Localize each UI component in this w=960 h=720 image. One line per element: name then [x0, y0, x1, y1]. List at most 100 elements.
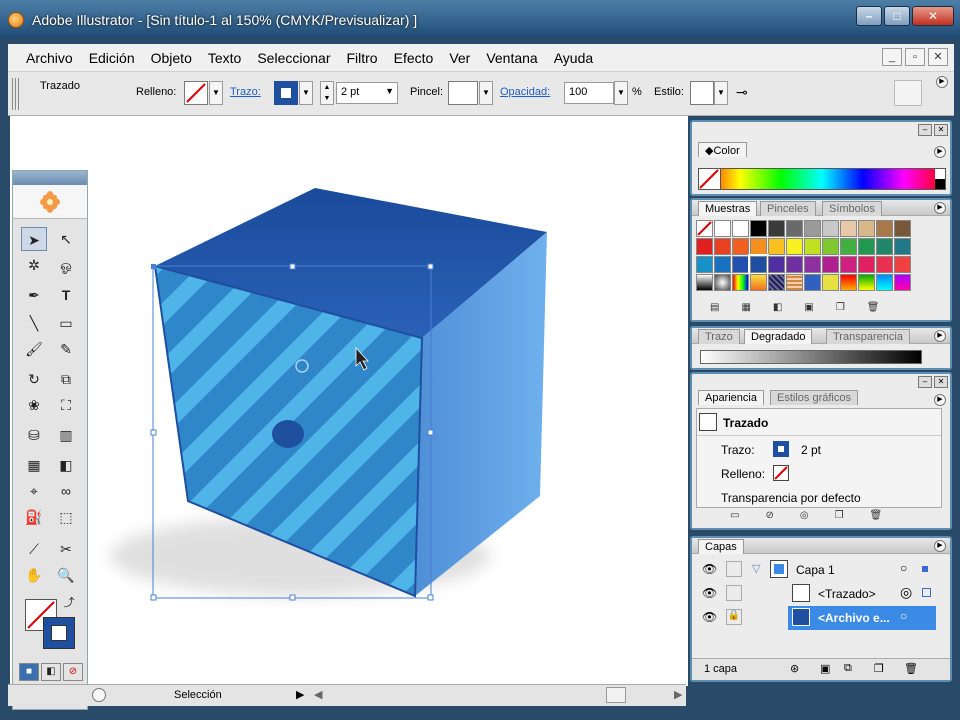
- swatch-pattern[interactable]: [786, 274, 803, 291]
- menu-objeto[interactable]: Objeto: [143, 50, 200, 66]
- scroll-left-icon[interactable]: ◀: [314, 688, 322, 701]
- swatch[interactable]: [768, 238, 785, 255]
- swatch[interactable]: [786, 256, 803, 273]
- stroke-weight-input[interactable]: 2 pt ▼: [336, 82, 398, 104]
- stroke-swatch[interactable]: [274, 81, 298, 105]
- rotate-tool-icon[interactable]: ↻: [21, 367, 47, 391]
- selection-handle[interactable]: [427, 594, 434, 601]
- tab-degradado[interactable]: Degradado: [744, 329, 813, 344]
- live-paint-selection-tool-icon[interactable]: ⬚: [53, 505, 79, 529]
- menu-ver[interactable]: Ver: [441, 50, 478, 66]
- tools-panel-header[interactable]: [13, 171, 87, 185]
- gradient-panel-menu-icon[interactable]: ▶: [934, 330, 946, 342]
- control-panel-extra-icon[interactable]: [894, 80, 922, 106]
- show-swatch-kinds-icon[interactable]: ▦: [741, 302, 750, 318]
- graph-tool-icon[interactable]: ▥: [53, 423, 79, 447]
- swatch[interactable]: [840, 238, 857, 255]
- direct-selection-tool-icon[interactable]: ↖: [53, 227, 79, 251]
- swatch-gradient[interactable]: [732, 274, 749, 291]
- tab-simbolos[interactable]: Símbolos: [822, 201, 882, 216]
- lock-toggle[interactable]: [726, 561, 742, 577]
- appearance-stroke-swatch[interactable]: [773, 441, 789, 457]
- new-color-group-icon[interactable]: ▣: [804, 302, 813, 318]
- expand-layer-chevron-icon[interactable]: ▽: [752, 562, 760, 575]
- menu-efecto[interactable]: Efecto: [386, 50, 442, 66]
- swatch-gradient[interactable]: [714, 274, 731, 291]
- target-circle-icon[interactable]: ○: [900, 561, 907, 575]
- selection-handle[interactable]: [289, 263, 296, 270]
- slice-tool-icon[interactable]: ⟋: [21, 537, 47, 561]
- swatch[interactable]: [768, 220, 785, 237]
- swatch[interactable]: [804, 238, 821, 255]
- swatch[interactable]: [714, 238, 731, 255]
- selection-handle[interactable]: [150, 594, 157, 601]
- swatch[interactable]: [768, 256, 785, 273]
- gradient-tool-icon[interactable]: ◧: [53, 453, 79, 477]
- tab-apariencia[interactable]: Apariencia: [698, 390, 764, 405]
- target-circle-icon[interactable]: ○: [900, 609, 907, 623]
- swatch[interactable]: [858, 256, 875, 273]
- tab-transparencia[interactable]: Transparencia: [826, 329, 910, 344]
- menu-ventana[interactable]: Ventana: [478, 50, 545, 66]
- eyedropper-tool-icon[interactable]: ⌖: [21, 479, 47, 503]
- zoom-tool-icon[interactable]: 🔍: [53, 563, 79, 587]
- swatch[interactable]: [714, 256, 731, 273]
- add-effect-icon[interactable]: ▭: [730, 510, 739, 526]
- swatch[interactable]: [840, 220, 857, 237]
- stroke-weight-stepper[interactable]: ▲ ▼: [320, 81, 334, 105]
- doc-restore-button[interactable]: ▫: [905, 48, 925, 66]
- swatch[interactable]: [822, 256, 839, 273]
- swatch[interactable]: [804, 256, 821, 273]
- swatch[interactable]: [732, 238, 749, 255]
- selection-handle[interactable]: [151, 264, 156, 269]
- duplicate-item-icon[interactable]: ❐: [835, 510, 844, 526]
- selection-handle[interactable]: [427, 429, 434, 436]
- new-layer-icon[interactable]: ❐: [874, 662, 884, 675]
- swatch[interactable]: [786, 238, 803, 255]
- tab-trazo[interactable]: Trazo: [698, 329, 740, 344]
- scissors-tool-icon[interactable]: ✂: [53, 537, 79, 561]
- symbol-sprayer-tool-icon[interactable]: ⛁: [21, 423, 47, 447]
- layer-row-capa-1[interactable]: 👁 ▽ Capa 1 ○: [700, 558, 936, 582]
- panel-collapse-icon[interactable]: –: [918, 376, 932, 388]
- doc-minimize-button[interactable]: _: [882, 48, 902, 66]
- delete-layer-icon[interactable]: 🗑: [904, 662, 918, 675]
- swatch[interactable]: [894, 220, 911, 237]
- lasso-tool-icon[interactable]: ஓ: [53, 253, 79, 277]
- live-paint-bucket-tool-icon[interactable]: ⛽: [21, 505, 47, 529]
- target-circle-icon[interactable]: ◎: [900, 584, 912, 601]
- swatch[interactable]: [876, 256, 893, 273]
- swatch[interactable]: [804, 220, 821, 237]
- swatch[interactable]: [750, 220, 767, 237]
- horizontal-scroll-thumb[interactable]: [606, 687, 626, 703]
- type-tool-icon[interactable]: T: [53, 283, 79, 307]
- tab-muestras[interactable]: Muestras: [698, 201, 758, 216]
- selection-tool-icon[interactable]: ➤: [21, 227, 47, 251]
- style-dropdown[interactable]: ▼: [714, 81, 728, 105]
- selection-handle[interactable]: [150, 429, 157, 436]
- layer-row-trazado[interactable]: 👁 <Trazado> ◎: [700, 582, 936, 606]
- swatch[interactable]: [696, 238, 713, 255]
- box-artwork[interactable]: [10, 116, 688, 686]
- menu-ayuda[interactable]: Ayuda: [546, 50, 601, 66]
- swatch-gradient[interactable]: [750, 274, 767, 291]
- layers-panel-menu-icon[interactable]: ▶: [934, 540, 946, 552]
- fill-swatch[interactable]: [184, 81, 208, 105]
- swatch[interactable]: [894, 274, 911, 291]
- tab-estilos-graficos[interactable]: Estilos gráficos: [770, 390, 858, 405]
- visibility-eye-icon[interactable]: 👁: [702, 586, 717, 600]
- menu-archivo[interactable]: Archivo: [18, 50, 81, 66]
- style-options-icon[interactable]: ⊸: [736, 84, 748, 101]
- stroke-dropdown[interactable]: ▼: [299, 81, 313, 105]
- new-swatch-icon[interactable]: ❐: [836, 302, 845, 318]
- scale-tool-icon[interactable]: ⧉: [53, 367, 79, 391]
- fill-dropdown[interactable]: ▼: [209, 81, 223, 105]
- swatch[interactable]: [858, 220, 875, 237]
- opacity-input[interactable]: 100: [564, 82, 614, 104]
- opacity-label[interactable]: Opacidad:: [500, 86, 550, 98]
- selection-indicator[interactable]: [922, 588, 931, 597]
- warp-tool-icon[interactable]: ❀: [21, 393, 47, 417]
- panel-collapse-icon[interactable]: –: [918, 124, 932, 136]
- clear-appearance-icon[interactable]: ⊘: [765, 510, 773, 526]
- style-swatch[interactable]: [690, 81, 714, 105]
